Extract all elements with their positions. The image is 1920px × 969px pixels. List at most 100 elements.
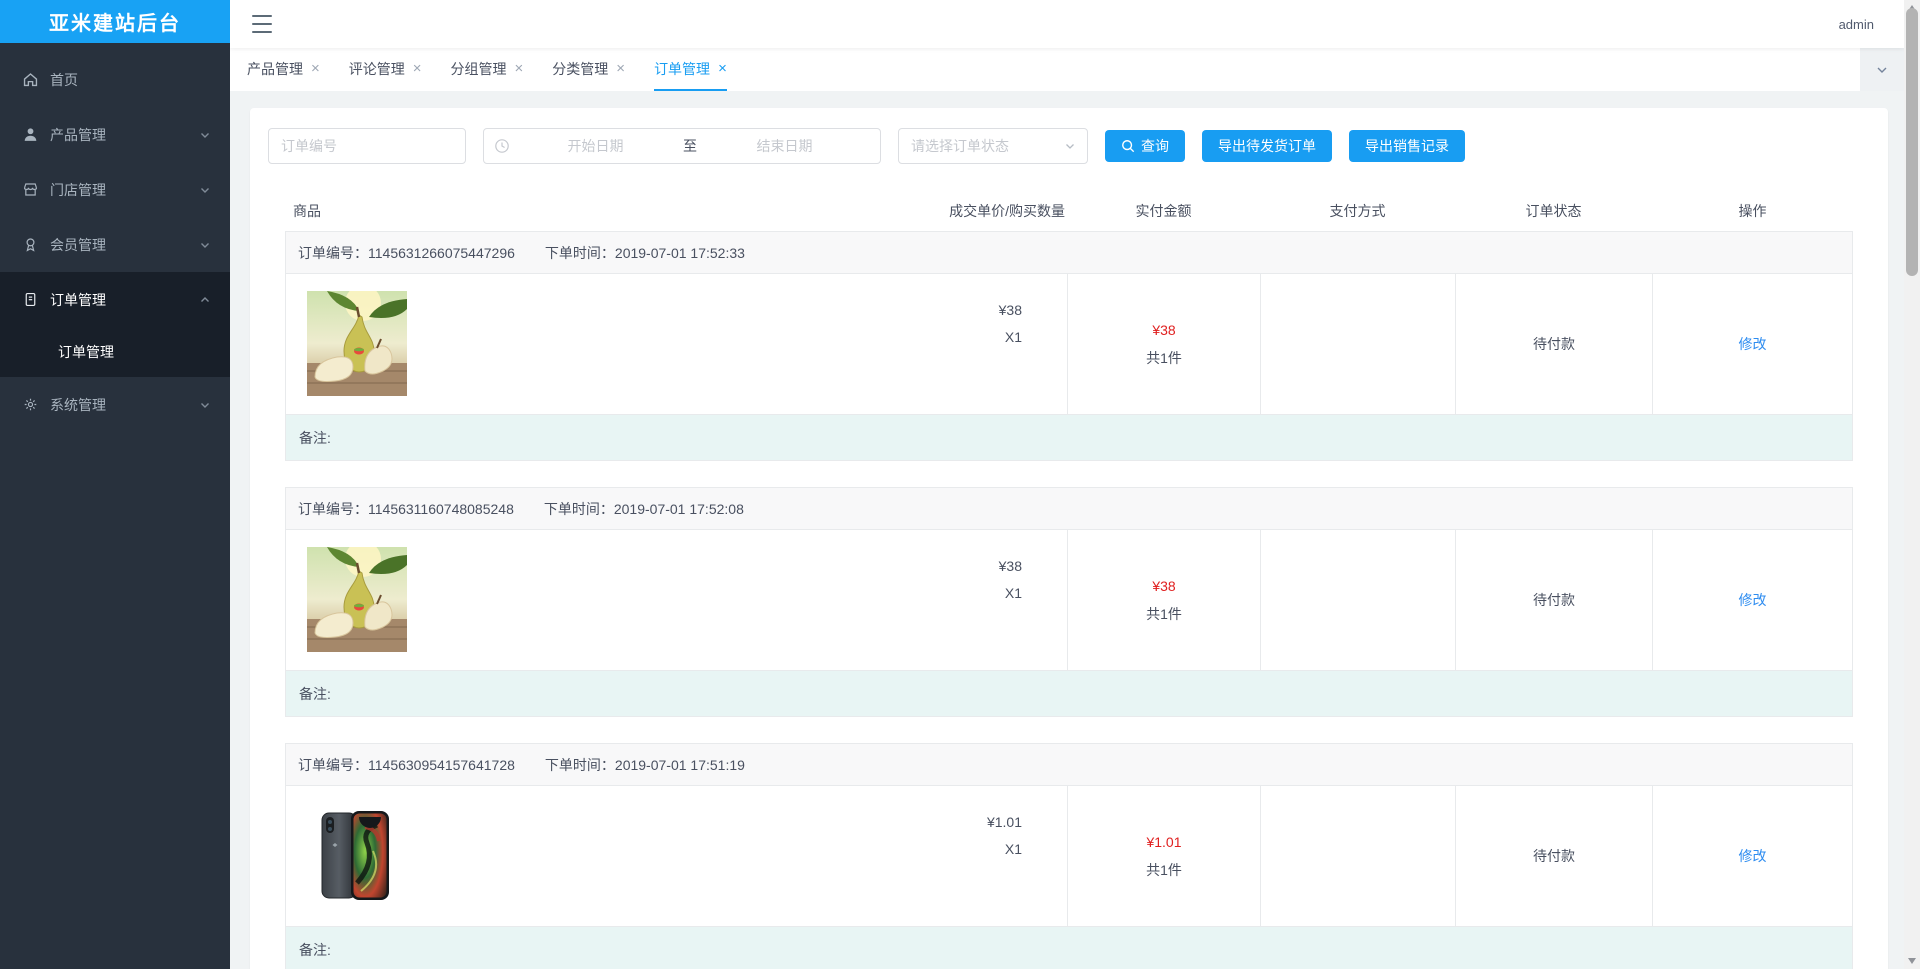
modify-link[interactable]: 修改	[1739, 330, 1767, 358]
remark-label: 备注:	[299, 685, 331, 702]
order-row: ¥38 X1 ¥38 共1件 待付款 修改	[286, 530, 1852, 670]
store-icon	[22, 181, 39, 198]
order-time-value: 2019-07-01 17:51:19	[614, 756, 745, 773]
user-icon	[22, 126, 39, 143]
sidebar-item-orders[interactable]: 订单管理	[0, 272, 230, 327]
close-icon[interactable]: ×	[616, 61, 625, 76]
order-no-value: 1145631266075447296	[368, 244, 515, 261]
sidebar-item-stores[interactable]: 门店管理	[0, 162, 230, 217]
sidebar-item-home[interactable]: 首页	[0, 52, 230, 107]
export-pending-orders-button[interactable]: 导出待发货订单	[1202, 130, 1332, 162]
tab-label: 订单管理	[654, 60, 711, 77]
chevron-down-icon	[1066, 144, 1074, 149]
end-date-placeholder[interactable]: 结束日期	[699, 136, 870, 156]
remark-label: 备注:	[299, 429, 331, 446]
sidebar-item-members[interactable]: 会员管理	[0, 217, 230, 272]
search-button-label: 查询	[1141, 138, 1169, 154]
order-header: 订单编号： 1145631266075447296 下单时间：2019-07-01…	[286, 232, 1852, 274]
order-no-label: 订单编号：	[298, 244, 368, 261]
order-header: 订单编号： 1145630954157641728 下单时间：2019-07-01…	[286, 744, 1852, 786]
paid-amount: ¥1.01	[1146, 834, 1182, 850]
tab-groups[interactable]: 分组管理 ×	[451, 48, 524, 91]
filter-bar: 开始日期 至 结束日期 请选择订单状态 查询 导出待发货订单 导出销售记录	[268, 128, 1888, 164]
close-icon[interactable]: ×	[413, 61, 422, 76]
paid-amount-cell: ¥38 共1件	[1067, 274, 1260, 414]
modify-link[interactable]: 修改	[1739, 586, 1767, 614]
order-remark-row: 备注:	[286, 414, 1852, 460]
scrollbar-thumb[interactable]	[1906, 8, 1918, 276]
tab-comments[interactable]: 评论管理 ×	[349, 48, 422, 91]
payment-method-cell	[1260, 786, 1455, 926]
tab-label: 产品管理	[247, 60, 303, 77]
app-logo: 亚米建站后台	[0, 0, 230, 43]
export-sales-records-button[interactable]: 导出销售记录	[1349, 130, 1465, 162]
paid-count: 共1件	[1146, 606, 1182, 622]
sidebar-subitem-orders[interactable]: 订单管理	[0, 327, 230, 377]
tab-list-dropdown[interactable]	[1860, 48, 1904, 91]
sidebar-group-orders: 订单管理 订单管理	[0, 272, 230, 377]
paid-amount: ¥38	[1152, 322, 1176, 338]
home-icon	[22, 71, 39, 88]
sidebar-menu: 首页 产品管理 门店管理 会员管理 订单管理 订单管理 系统管理	[0, 43, 230, 432]
order-time-label: 下单时间：	[544, 244, 615, 261]
start-date-placeholder[interactable]: 开始日期	[510, 136, 681, 156]
paid-amount: ¥38	[1152, 578, 1176, 594]
export-sales-label: 导出销售记录	[1365, 138, 1449, 154]
hamburger-menu-icon[interactable]	[252, 15, 272, 33]
chevron-down-icon	[198, 238, 212, 252]
sidebar-item-label: 系统管理	[50, 396, 106, 413]
gear-icon	[22, 396, 39, 413]
order-status-cell: 待付款	[1455, 530, 1652, 670]
sidebar-item-label: 订单管理	[50, 291, 106, 308]
header-product: 商品	[293, 202, 321, 219]
chevron-down-icon	[198, 128, 212, 142]
product-image-phone	[307, 803, 407, 908]
top-bar: admin	[230, 0, 1904, 48]
tab-orders[interactable]: 订单管理 ×	[654, 48, 727, 91]
order-row: ¥1.01 X1 ¥1.01 共1件 待付款 修改	[286, 786, 1852, 926]
search-button[interactable]: 查询	[1105, 130, 1185, 162]
table-header-row: 商品 成交单价/购买数量 实付金额 支付方式 订单状态 操作	[285, 190, 1853, 231]
current-user[interactable]: admin	[1839, 17, 1874, 32]
header-unit-price: 成交单价/购买数量	[949, 202, 1065, 219]
sidebar-item-system[interactable]: 系统管理	[0, 377, 230, 432]
payment-method-cell	[1260, 274, 1455, 414]
close-icon[interactable]: ×	[515, 61, 524, 76]
header-order-status: 订单状态	[1525, 202, 1582, 219]
sidebar-item-label: 首页	[50, 71, 78, 88]
orders-panel: 开始日期 至 结束日期 请选择订单状态 查询 导出待发货订单 导出销售记录	[250, 108, 1888, 969]
order-no-label: 订单编号：	[298, 756, 368, 773]
modify-link[interactable]: 修改	[1739, 842, 1767, 870]
close-icon[interactable]: ×	[311, 61, 320, 76]
select-placeholder: 请选择订单状态	[911, 138, 1009, 154]
quantity: X1	[1004, 841, 1022, 857]
quantity: X1	[1004, 329, 1022, 345]
scroll-down-arrow[interactable]	[1908, 958, 1916, 964]
order-no-input[interactable]	[268, 128, 466, 164]
date-range-picker[interactable]: 开始日期 至 结束日期	[483, 128, 881, 164]
tab-label: 评论管理	[348, 60, 405, 77]
header-action: 操作	[1738, 202, 1767, 219]
order-row: ¥38 X1 ¥38 共1件 待付款 修改	[286, 274, 1852, 414]
price-quantity: ¥38 X1	[999, 547, 1022, 670]
unit-price: ¥38	[998, 558, 1022, 574]
date-separator: 至	[683, 138, 697, 154]
orders-table: 商品 成交单价/购买数量 实付金额 支付方式 订单状态 操作 订单编号： 1145…	[285, 190, 1853, 969]
product-image-pear	[307, 547, 407, 652]
close-icon[interactable]: ×	[718, 61, 727, 76]
sidebar-item-products[interactable]: 产品管理	[0, 107, 230, 162]
order-time-value: 2019-07-01 17:52:33	[614, 244, 745, 261]
order-no-value: 1145630954157641728	[368, 756, 515, 773]
price-quantity: ¥38 X1	[999, 291, 1022, 414]
tab-bar: 产品管理 × 评论管理 × 分组管理 × 分类管理 × 订单管理 ×	[230, 48, 1904, 91]
sidebar-item-label: 产品管理	[50, 126, 106, 143]
order-header: 订单编号： 1145631160748085248 下单时间：2019-07-01…	[286, 488, 1852, 530]
order-status-select[interactable]: 请选择订单状态	[898, 128, 1088, 164]
vertical-scrollbar[interactable]	[1904, 0, 1920, 969]
payment-method-cell	[1260, 530, 1455, 670]
sidebar-item-label: 会员管理	[50, 236, 106, 253]
tab-categories[interactable]: 分类管理 ×	[552, 48, 625, 91]
chevron-down-icon	[198, 183, 212, 197]
badge-icon	[22, 236, 39, 253]
tab-products[interactable]: 产品管理 ×	[247, 48, 320, 91]
